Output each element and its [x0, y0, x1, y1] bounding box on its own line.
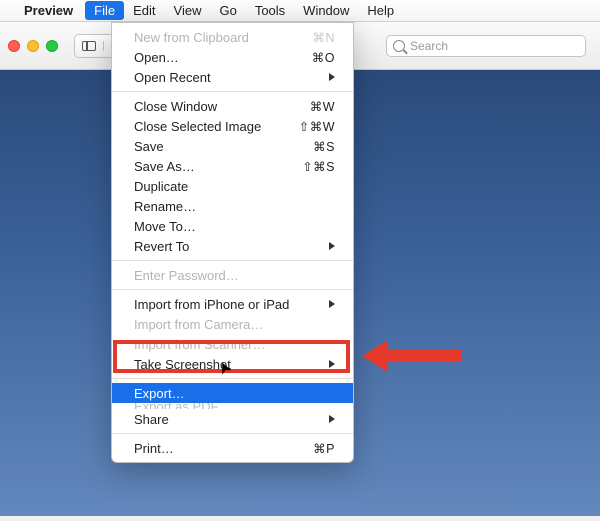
arrow-head-icon	[362, 340, 388, 372]
arrow-stem	[386, 350, 462, 362]
sidebar-icon	[82, 41, 96, 51]
maximize-window-button[interactable]	[46, 40, 58, 52]
menu-shortcut: ⇧⌘W	[299, 119, 335, 134]
menu-item-enter-password: Enter Password…	[112, 265, 353, 285]
menu-item-import-from-iphone-or-ipad[interactable]: Import from iPhone or iPad	[112, 294, 353, 314]
menu-item-label: Save	[134, 139, 313, 154]
submenu-arrow-icon	[329, 415, 335, 423]
menu-item-share[interactable]: Share	[112, 409, 353, 429]
annotation-arrow	[362, 340, 462, 372]
menu-item-label: Save As…	[134, 159, 302, 174]
menu-file[interactable]: File	[85, 1, 124, 20]
menu-go[interactable]: Go	[210, 1, 245, 20]
menu-item-label: Import from Camera…	[134, 317, 335, 332]
menu-item-import-from-scanner: Import from Scanner…	[112, 334, 353, 354]
menu-item-label: Open…	[134, 50, 312, 65]
menu-item-label: New from Clipboard	[134, 30, 312, 45]
menu-shortcut: ⌘W	[310, 99, 335, 114]
menu-item-label: Import from iPhone or iPad	[134, 297, 329, 312]
menu-item-label: Import from Scanner…	[134, 337, 335, 352]
menu-item-revert-to[interactable]: Revert To	[112, 236, 353, 256]
menu-shortcut: ⌘O	[312, 50, 335, 65]
menu-separator	[112, 433, 353, 434]
menu-shortcut: ⌘S	[313, 139, 335, 154]
menu-help[interactable]: Help	[358, 1, 403, 20]
search-placeholder: Search	[410, 39, 448, 53]
submenu-arrow-icon	[329, 242, 335, 250]
search-icon	[393, 40, 405, 52]
system-menubar: Preview FileEditViewGoToolsWindowHelp	[0, 0, 600, 22]
minimize-window-button[interactable]	[27, 40, 39, 52]
menu-view[interactable]: View	[165, 1, 211, 20]
menu-item-move-to[interactable]: Move To…	[112, 216, 353, 236]
menu-item-open[interactable]: Open…⌘O	[112, 47, 353, 67]
menu-item-label: Close Window	[134, 99, 310, 114]
app-name[interactable]: Preview	[24, 3, 73, 18]
menu-shortcut: ⌘P	[313, 441, 335, 456]
menu-item-label: Rename…	[134, 199, 335, 214]
menu-item-close-window[interactable]: Close Window⌘W	[112, 96, 353, 116]
menu-item-duplicate[interactable]: Duplicate	[112, 176, 353, 196]
menu-item-label: Export…	[134, 386, 335, 401]
menu-item-label: Open Recent	[134, 70, 329, 85]
submenu-arrow-icon	[329, 73, 335, 81]
menu-shortcut: ⌘N	[312, 30, 335, 45]
menu-tools[interactable]: Tools	[246, 1, 294, 20]
close-window-button[interactable]	[8, 40, 20, 52]
submenu-arrow-icon	[329, 360, 335, 368]
menu-item-print[interactable]: Print…⌘P	[112, 438, 353, 458]
menu-item-label: Print…	[134, 441, 313, 456]
menu-separator	[112, 378, 353, 379]
menu-item-save-as[interactable]: Save As…⇧⌘S	[112, 156, 353, 176]
menu-item-label: Share	[134, 412, 329, 427]
search-field[interactable]: Search	[386, 35, 586, 57]
menu-item-label: Duplicate	[134, 179, 335, 194]
window-controls	[8, 40, 58, 52]
file-menu-dropdown: New from Clipboard⌘NOpen…⌘OOpen RecentCl…	[111, 22, 354, 463]
menu-item-export[interactable]: Export…	[112, 383, 353, 403]
menu-shortcut: ⇧⌘S	[302, 159, 335, 174]
menu-item-label: Revert To	[134, 239, 329, 254]
menu-item-label: Enter Password…	[134, 268, 335, 283]
menu-item-close-selected-image[interactable]: Close Selected Image⇧⌘W	[112, 116, 353, 136]
menu-item-label: Move To…	[134, 219, 335, 234]
menu-item-import-from-camera: Import from Camera…	[112, 314, 353, 334]
menu-separator	[112, 260, 353, 261]
menu-window[interactable]: Window	[294, 1, 358, 20]
submenu-arrow-icon	[329, 300, 335, 308]
menu-separator	[112, 91, 353, 92]
menu-item-save[interactable]: Save⌘S	[112, 136, 353, 156]
menu-item-rename[interactable]: Rename…	[112, 196, 353, 216]
menu-separator	[112, 289, 353, 290]
menu-edit[interactable]: Edit	[124, 1, 164, 20]
menu-item-new-from-clipboard: New from Clipboard⌘N	[112, 27, 353, 47]
menu-item-label: Close Selected Image	[134, 119, 299, 134]
page-footer-bar	[0, 516, 600, 521]
menu-item-open-recent[interactable]: Open Recent	[112, 67, 353, 87]
